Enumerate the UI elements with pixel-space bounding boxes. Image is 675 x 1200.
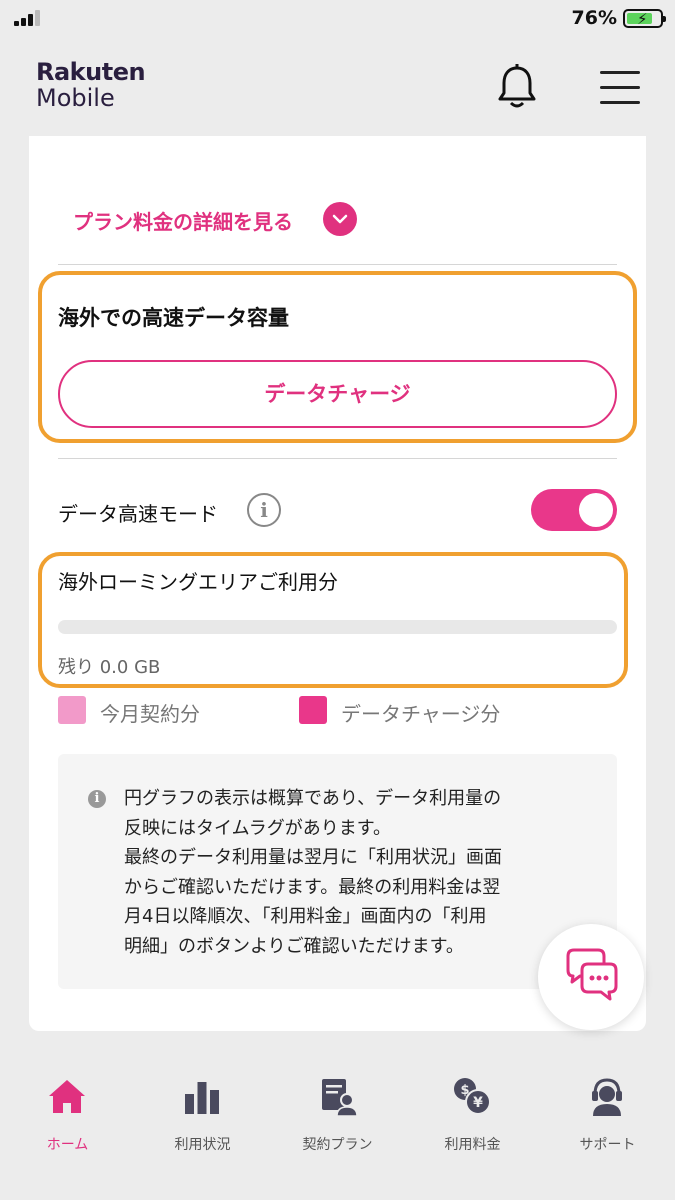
main-card: プラン料金の詳細を見る 海外での高速データ容量 データチャージ データ高速モード… [29, 136, 646, 1031]
battery-percent: 76% [571, 7, 617, 29]
chat-button[interactable] [538, 924, 644, 1030]
logo-product: Mobile [36, 84, 115, 112]
info-icon: i [88, 790, 106, 808]
hamburger-menu-icon[interactable] [600, 71, 642, 105]
nav-item-usage[interactable]: 利用状況 [135, 1076, 270, 1153]
bottom-nav: ホーム 利用状況 契約プラン $ ¥ 利用料金 サポート [0, 1060, 675, 1200]
data-charge-button[interactable]: データチャージ [58, 360, 617, 428]
currency-icon: $ ¥ [454, 1078, 491, 1115]
plan-detail-link[interactable]: プラン料金の詳細を見る [73, 206, 293, 235]
nav-label-usage: 利用状況 [174, 1137, 231, 1153]
overseas-data-title: 海外での高速データ容量 [58, 306, 289, 330]
rakuten-mobile-logo[interactable]: Rakuten Mobile [36, 58, 146, 112]
roaming-usage-bar [58, 620, 617, 634]
support-icon [592, 1078, 622, 1116]
legend-swatch-charge [299, 696, 327, 724]
nav-item-support[interactable]: サポート [540, 1076, 675, 1153]
bell-icon[interactable] [496, 64, 538, 110]
nav-label-home: ホーム [46, 1137, 89, 1153]
legend-label-charge: データチャージ分 [341, 702, 501, 726]
chat-bubbles-icon [566, 948, 618, 1001]
contract-icon [322, 1079, 357, 1116]
divider [58, 264, 617, 265]
roaming-remaining: 残り 0.0 GB [58, 657, 161, 678]
data-speed-mode-label: データ高速モード [58, 502, 218, 526]
home-icon [49, 1080, 85, 1113]
logo-brand: Rakuten [36, 58, 146, 86]
status-bar: 76% ⚡ [0, 0, 675, 36]
svg-text:¥: ¥ [473, 1095, 483, 1111]
legend-swatch-monthly [58, 696, 86, 724]
app-header: Rakuten Mobile [0, 36, 675, 136]
info-icon[interactable]: i [247, 493, 281, 527]
nav-label-billing: 利用料金 [444, 1137, 501, 1153]
nav-item-plan[interactable]: 契約プラン [270, 1076, 405, 1153]
legend-label-monthly: 今月契約分 [100, 702, 200, 726]
note-box: i 円グラフの表示は概算であり、データ利用量の 反映にはタイムラグがあります。 … [58, 754, 617, 989]
toggle-knob [579, 493, 613, 527]
divider [58, 458, 617, 459]
nav-item-home[interactable]: ホーム [0, 1076, 135, 1153]
nav-item-billing[interactable]: $ ¥ 利用料金 [405, 1076, 540, 1153]
chevron-down-icon[interactable] [323, 202, 357, 236]
note-text: 円グラフの表示は概算であり、データ利用量の 反映にはタイムラグがあります。 最終… [124, 788, 502, 957]
battery-icon: ⚡ [623, 9, 666, 28]
nav-label-plan: 契約プラン [302, 1137, 373, 1153]
data-speed-mode-toggle[interactable] [531, 489, 617, 531]
roaming-usage-label: 海外ローミングエリアご利用分 [58, 570, 338, 594]
nav-label-support: サポート [579, 1137, 636, 1153]
bar-chart-icon [185, 1082, 219, 1114]
signal-strength-icon [14, 10, 44, 26]
